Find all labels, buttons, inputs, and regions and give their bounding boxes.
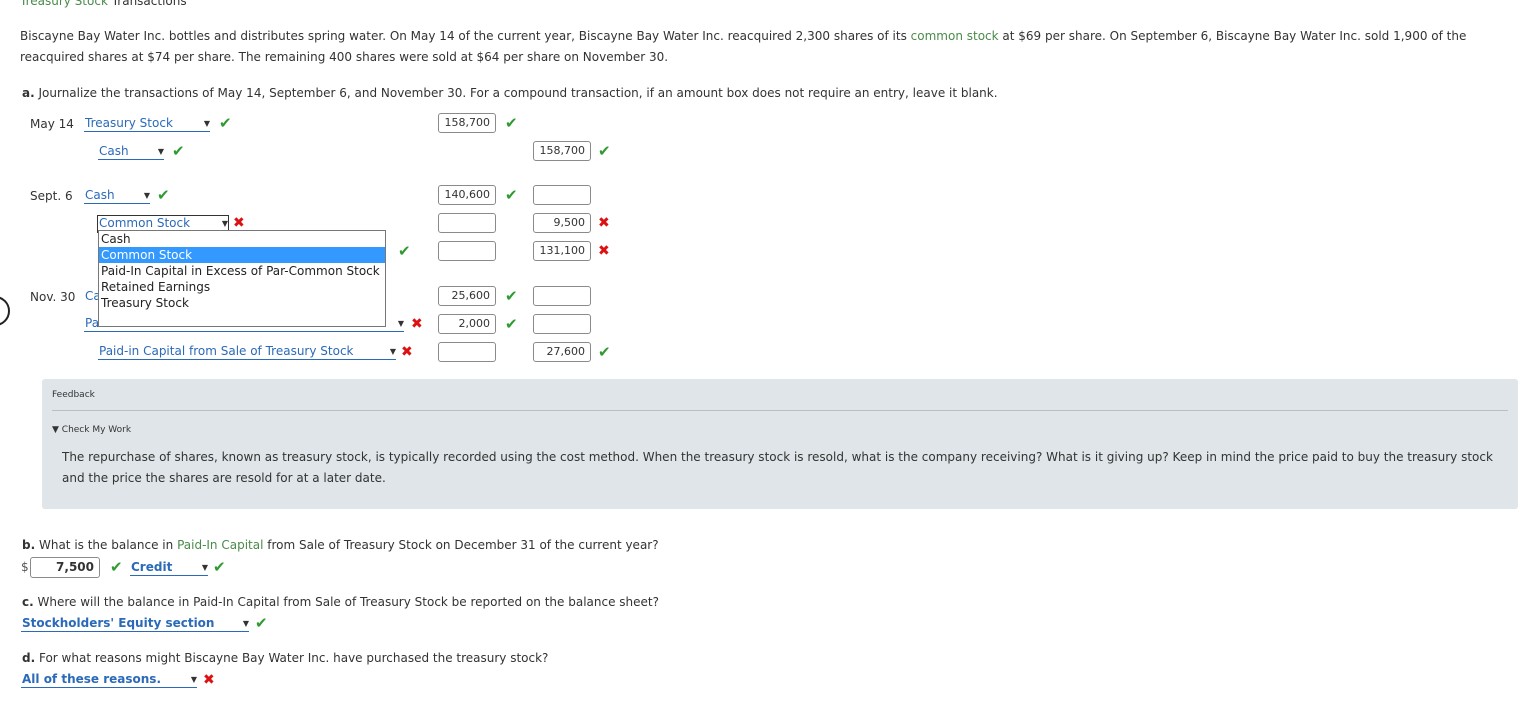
side-label: Credit — [131, 560, 173, 574]
chevron-down-icon: ▼ — [242, 619, 249, 628]
cursor-ring-icon — [0, 296, 10, 326]
balance-input[interactable]: 7,500 — [30, 557, 100, 578]
debit-input-nov30-row3[interactable] — [438, 342, 496, 362]
dropdown-option[interactable]: Treasury Stock — [99, 295, 385, 311]
chevron-down-icon: ▼ — [397, 319, 404, 328]
incorrect-x-icon: ✖ — [233, 215, 245, 231]
currency-symbol: $ — [21, 560, 29, 574]
correct-check-icon: ✔ — [598, 343, 611, 361]
debit-input-sept6-row3[interactable] — [438, 241, 496, 261]
correct-check-icon: ✔ — [157, 186, 170, 204]
account-select-may14-row2[interactable]: Cash ▼ — [98, 144, 164, 160]
feedback-panel: Feedback ▼ Check My Work The repurchase … — [42, 379, 1518, 509]
part-d-text: For what reasons might Biscayne Bay Wate… — [38, 651, 549, 665]
date-sept-6: Sept. 6 — [30, 189, 73, 203]
account-label: Cash — [99, 144, 129, 158]
part-d-letter: d. — [22, 651, 36, 665]
correct-check-icon: ✔ — [255, 614, 268, 632]
section-label: Stockholders' Equity section — [22, 616, 215, 630]
part-c-text: Where will the balance in Paid-In Capita… — [37, 595, 660, 609]
account-label: Pa — [85, 316, 100, 330]
incorrect-x-icon: ✖ — [411, 316, 423, 332]
reasons-label: All of these reasons. — [22, 672, 161, 686]
chevron-down-icon: ▼ — [201, 563, 208, 572]
feedback-heading: Feedback — [52, 390, 95, 400]
incorrect-x-icon: ✖ — [401, 344, 413, 360]
credit-input-sept6-row3[interactable]: 131,100 — [533, 241, 591, 261]
incorrect-x-icon: ✖ — [203, 672, 215, 688]
debit-input-may14-row1[interactable]: 158,700 — [438, 113, 496, 133]
correct-check-icon: ✔ — [505, 315, 518, 333]
chevron-down-icon: ▼ — [221, 219, 228, 228]
account-select-nov30-row3[interactable]: Paid-in Capital from Sale of Treasury St… — [98, 344, 396, 360]
problem-statement: Biscayne Bay Water Inc. bottles and dist… — [20, 26, 1510, 68]
part-a-question: a. Journalize the transactions of May 14… — [22, 86, 998, 100]
incorrect-x-icon: ✖ — [598, 243, 610, 259]
incorrect-x-icon: ✖ — [598, 215, 610, 231]
part-b-question: b. What is the balance in Paid-In Capita… — [22, 538, 659, 552]
part-a-letter: a. — [22, 86, 35, 100]
debit-input-sept6-row1[interactable]: 140,600 — [438, 185, 496, 205]
credit-input-nov30-row1[interactable] — [533, 286, 591, 306]
part-a-text: Journalize the transactions of May 14, S… — [38, 86, 998, 100]
part-b-text-1: What is the balance in — [38, 538, 178, 552]
chevron-down-icon: ▼ — [143, 191, 150, 200]
chevron-down-icon: ▼ — [389, 347, 396, 356]
chevron-down-icon: ▼ — [157, 147, 164, 156]
account-label: Treasury Stock — [85, 116, 173, 130]
part-b-letter: b. — [22, 538, 36, 552]
common-stock-link[interactable]: common stock — [911, 29, 999, 43]
dropdown-option[interactable]: Cash — [99, 231, 385, 247]
debit-input-sept6-row2[interactable] — [438, 213, 496, 233]
correct-check-icon: ✔ — [110, 558, 123, 576]
debit-credit-select[interactable]: Credit ▼ — [130, 560, 208, 576]
part-b-text-2: from Sale of Treasury Stock on December … — [263, 538, 659, 552]
account-select-may14-row1[interactable]: Treasury Stock ▼ — [84, 116, 210, 132]
correct-check-icon: ✔ — [213, 558, 226, 576]
account-label: Cash — [85, 188, 115, 202]
intro-text-1: Biscayne Bay Water Inc. bottles and dist… — [20, 29, 911, 43]
part-c-letter: c. — [22, 595, 34, 609]
dropdown-option[interactable]: Retained Earnings — [99, 279, 385, 295]
reasons-select[interactable]: All of these reasons. ▼ — [21, 672, 197, 688]
part-d-question: d. For what reasons might Biscayne Bay W… — [22, 651, 548, 665]
balance-sheet-section-select[interactable]: Stockholders' Equity section ▼ — [21, 616, 249, 632]
page-title: Treasury Stock Transactions — [20, 0, 187, 8]
title-link[interactable]: Treasury Stock — [20, 0, 108, 8]
dropdown-option[interactable]: Paid-In Capital in Excess of Par-Common … — [99, 263, 385, 279]
debit-input-nov30-row2[interactable]: 2,000 — [438, 314, 496, 334]
credit-input-nov30-row2[interactable] — [533, 314, 591, 334]
title-rest: Transactions — [111, 0, 187, 8]
correct-check-icon: ✔ — [505, 287, 518, 305]
credit-input-nov30-row3[interactable]: 27,600 — [533, 342, 591, 362]
correct-check-icon: ✔ — [505, 186, 518, 204]
account-select-sept6-row1[interactable]: Cash ▼ — [84, 188, 150, 204]
credit-input-sept6-row1[interactable] — [533, 185, 591, 205]
date-nov-30: Nov. 30 — [30, 290, 76, 304]
check-my-work-toggle[interactable]: ▼ Check My Work — [52, 425, 131, 435]
credit-input-sept6-row2[interactable]: 9,500 — [533, 213, 591, 233]
correct-check-icon: ✔ — [398, 242, 411, 260]
paid-in-capital-link[interactable]: Paid-In Capital — [177, 538, 263, 552]
date-may-14: May 14 — [30, 117, 74, 131]
feedback-divider — [52, 410, 1508, 411]
feedback-text: The repurchase of shares, known as treas… — [62, 450, 1493, 485]
correct-check-icon: ✔ — [598, 142, 611, 160]
account-label: Common Stock — [99, 216, 191, 230]
debit-input-nov30-row1[interactable]: 25,600 — [438, 286, 496, 306]
chevron-down-icon: ▼ — [203, 119, 210, 128]
dropdown-option-selected[interactable]: Common Stock — [99, 247, 385, 263]
account-dropdown-list[interactable]: Cash Common Stock Paid-In Capital in Exc… — [98, 230, 386, 327]
account-label: Paid-in Capital from Sale of Treasury St… — [99, 344, 354, 358]
chevron-down-icon: ▼ — [190, 675, 197, 684]
credit-input-may14-row2[interactable]: 158,700 — [533, 141, 591, 161]
correct-check-icon: ✔ — [505, 114, 518, 132]
correct-check-icon: ✔ — [219, 114, 232, 132]
correct-check-icon: ✔ — [172, 142, 185, 160]
part-c-question: c. Where will the balance in Paid-In Cap… — [22, 595, 659, 609]
